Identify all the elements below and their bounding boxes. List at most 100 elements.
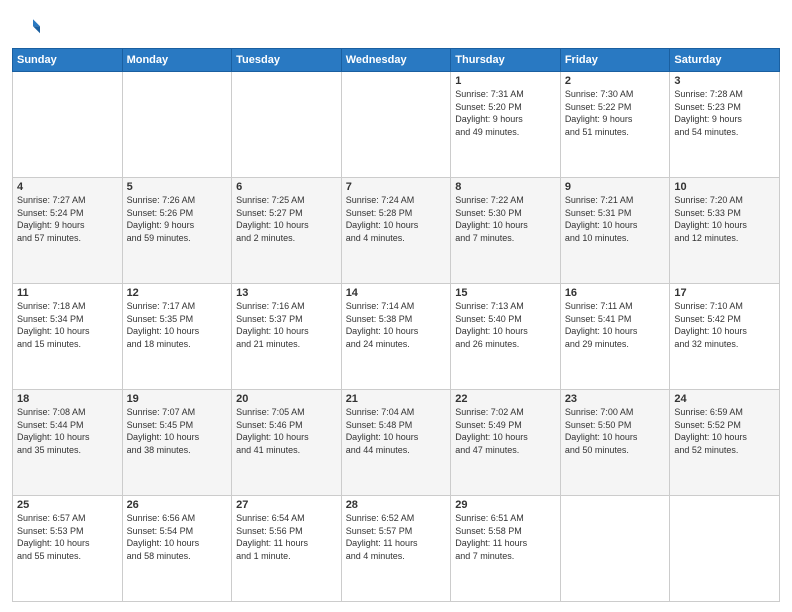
day-cell: 9Sunrise: 7:21 AM Sunset: 5:31 PM Daylig… xyxy=(560,178,670,284)
day-cell: 26Sunrise: 6:56 AM Sunset: 5:54 PM Dayli… xyxy=(122,496,232,602)
day-info: Sunrise: 7:04 AM Sunset: 5:48 PM Dayligh… xyxy=(346,406,447,456)
day-info: Sunrise: 6:54 AM Sunset: 5:56 PM Dayligh… xyxy=(236,512,337,562)
day-cell xyxy=(232,72,342,178)
day-number: 17 xyxy=(674,287,775,299)
day-info: Sunrise: 6:57 AM Sunset: 5:53 PM Dayligh… xyxy=(17,512,118,562)
day-info: Sunrise: 7:14 AM Sunset: 5:38 PM Dayligh… xyxy=(346,300,447,350)
day-number: 18 xyxy=(17,393,118,405)
day-cell: 24Sunrise: 6:59 AM Sunset: 5:52 PM Dayli… xyxy=(670,390,780,496)
day-number: 6 xyxy=(236,181,337,193)
day-number: 22 xyxy=(455,393,556,405)
day-info: Sunrise: 6:52 AM Sunset: 5:57 PM Dayligh… xyxy=(346,512,447,562)
day-info: Sunrise: 6:56 AM Sunset: 5:54 PM Dayligh… xyxy=(127,512,228,562)
day-info: Sunrise: 7:10 AM Sunset: 5:42 PM Dayligh… xyxy=(674,300,775,350)
day-number: 11 xyxy=(17,287,118,299)
day-number: 15 xyxy=(455,287,556,299)
day-cell: 22Sunrise: 7:02 AM Sunset: 5:49 PM Dayli… xyxy=(451,390,561,496)
day-info: Sunrise: 7:17 AM Sunset: 5:35 PM Dayligh… xyxy=(127,300,228,350)
day-cell: 4Sunrise: 7:27 AM Sunset: 5:24 PM Daylig… xyxy=(13,178,123,284)
day-info: Sunrise: 7:25 AM Sunset: 5:27 PM Dayligh… xyxy=(236,194,337,244)
day-info: Sunrise: 7:08 AM Sunset: 5:44 PM Dayligh… xyxy=(17,406,118,456)
weekday-monday: Monday xyxy=(122,49,232,72)
day-number: 2 xyxy=(565,75,666,87)
day-number: 8 xyxy=(455,181,556,193)
day-cell: 16Sunrise: 7:11 AM Sunset: 5:41 PM Dayli… xyxy=(560,284,670,390)
page: SundayMondayTuesdayWednesdayThursdayFrid… xyxy=(0,0,792,612)
day-number: 9 xyxy=(565,181,666,193)
day-cell: 7Sunrise: 7:24 AM Sunset: 5:28 PM Daylig… xyxy=(341,178,451,284)
day-cell: 3Sunrise: 7:28 AM Sunset: 5:23 PM Daylig… xyxy=(670,72,780,178)
day-number: 21 xyxy=(346,393,447,405)
weekday-sunday: Sunday xyxy=(13,49,123,72)
day-info: Sunrise: 7:13 AM Sunset: 5:40 PM Dayligh… xyxy=(455,300,556,350)
day-info: Sunrise: 7:18 AM Sunset: 5:34 PM Dayligh… xyxy=(17,300,118,350)
weekday-tuesday: Tuesday xyxy=(232,49,342,72)
logo xyxy=(12,14,42,42)
day-info: Sunrise: 7:00 AM Sunset: 5:50 PM Dayligh… xyxy=(565,406,666,456)
day-cell: 2Sunrise: 7:30 AM Sunset: 5:22 PM Daylig… xyxy=(560,72,670,178)
day-info: Sunrise: 7:21 AM Sunset: 5:31 PM Dayligh… xyxy=(565,194,666,244)
day-info: Sunrise: 7:30 AM Sunset: 5:22 PM Dayligh… xyxy=(565,88,666,138)
day-cell: 17Sunrise: 7:10 AM Sunset: 5:42 PM Dayli… xyxy=(670,284,780,390)
header xyxy=(12,10,780,42)
day-cell xyxy=(341,72,451,178)
day-cell: 11Sunrise: 7:18 AM Sunset: 5:34 PM Dayli… xyxy=(13,284,123,390)
day-number: 3 xyxy=(674,75,775,87)
day-cell xyxy=(13,72,123,178)
day-info: Sunrise: 7:24 AM Sunset: 5:28 PM Dayligh… xyxy=(346,194,447,244)
day-cell: 5Sunrise: 7:26 AM Sunset: 5:26 PM Daylig… xyxy=(122,178,232,284)
day-cell: 28Sunrise: 6:52 AM Sunset: 5:57 PM Dayli… xyxy=(341,496,451,602)
day-number: 16 xyxy=(565,287,666,299)
weekday-header-row: SundayMondayTuesdayWednesdayThursdayFrid… xyxy=(13,49,780,72)
day-number: 1 xyxy=(455,75,556,87)
day-cell: 13Sunrise: 7:16 AM Sunset: 5:37 PM Dayli… xyxy=(232,284,342,390)
day-cell: 27Sunrise: 6:54 AM Sunset: 5:56 PM Dayli… xyxy=(232,496,342,602)
day-info: Sunrise: 7:02 AM Sunset: 5:49 PM Dayligh… xyxy=(455,406,556,456)
week-row-2: 11Sunrise: 7:18 AM Sunset: 5:34 PM Dayli… xyxy=(13,284,780,390)
day-cell: 18Sunrise: 7:08 AM Sunset: 5:44 PM Dayli… xyxy=(13,390,123,496)
day-info: Sunrise: 7:27 AM Sunset: 5:24 PM Dayligh… xyxy=(17,194,118,244)
day-number: 27 xyxy=(236,499,337,511)
day-cell: 29Sunrise: 6:51 AM Sunset: 5:58 PM Dayli… xyxy=(451,496,561,602)
weekday-thursday: Thursday xyxy=(451,49,561,72)
day-cell: 21Sunrise: 7:04 AM Sunset: 5:48 PM Dayli… xyxy=(341,390,451,496)
day-number: 10 xyxy=(674,181,775,193)
day-cell: 8Sunrise: 7:22 AM Sunset: 5:30 PM Daylig… xyxy=(451,178,561,284)
day-info: Sunrise: 7:05 AM Sunset: 5:46 PM Dayligh… xyxy=(236,406,337,456)
day-number: 19 xyxy=(127,393,228,405)
week-row-1: 4Sunrise: 7:27 AM Sunset: 5:24 PM Daylig… xyxy=(13,178,780,284)
weekday-wednesday: Wednesday xyxy=(341,49,451,72)
day-info: Sunrise: 7:28 AM Sunset: 5:23 PM Dayligh… xyxy=(674,88,775,138)
day-number: 29 xyxy=(455,499,556,511)
day-cell: 12Sunrise: 7:17 AM Sunset: 5:35 PM Dayli… xyxy=(122,284,232,390)
day-number: 24 xyxy=(674,393,775,405)
day-cell xyxy=(122,72,232,178)
day-info: Sunrise: 7:07 AM Sunset: 5:45 PM Dayligh… xyxy=(127,406,228,456)
calendar-table: SundayMondayTuesdayWednesdayThursdayFrid… xyxy=(12,48,780,602)
day-number: 4 xyxy=(17,181,118,193)
week-row-3: 18Sunrise: 7:08 AM Sunset: 5:44 PM Dayli… xyxy=(13,390,780,496)
day-number: 5 xyxy=(127,181,228,193)
week-row-0: 1Sunrise: 7:31 AM Sunset: 5:20 PM Daylig… xyxy=(13,72,780,178)
day-info: Sunrise: 7:20 AM Sunset: 5:33 PM Dayligh… xyxy=(674,194,775,244)
weekday-saturday: Saturday xyxy=(670,49,780,72)
day-number: 20 xyxy=(236,393,337,405)
day-number: 13 xyxy=(236,287,337,299)
weekday-friday: Friday xyxy=(560,49,670,72)
day-number: 23 xyxy=(565,393,666,405)
day-cell: 6Sunrise: 7:25 AM Sunset: 5:27 PM Daylig… xyxy=(232,178,342,284)
day-info: Sunrise: 7:16 AM Sunset: 5:37 PM Dayligh… xyxy=(236,300,337,350)
day-info: Sunrise: 7:22 AM Sunset: 5:30 PM Dayligh… xyxy=(455,194,556,244)
day-info: Sunrise: 7:11 AM Sunset: 5:41 PM Dayligh… xyxy=(565,300,666,350)
day-cell: 20Sunrise: 7:05 AM Sunset: 5:46 PM Dayli… xyxy=(232,390,342,496)
day-number: 12 xyxy=(127,287,228,299)
day-cell: 1Sunrise: 7:31 AM Sunset: 5:20 PM Daylig… xyxy=(451,72,561,178)
week-row-4: 25Sunrise: 6:57 AM Sunset: 5:53 PM Dayli… xyxy=(13,496,780,602)
day-cell: 25Sunrise: 6:57 AM Sunset: 5:53 PM Dayli… xyxy=(13,496,123,602)
day-info: Sunrise: 7:31 AM Sunset: 5:20 PM Dayligh… xyxy=(455,88,556,138)
day-cell: 15Sunrise: 7:13 AM Sunset: 5:40 PM Dayli… xyxy=(451,284,561,390)
day-info: Sunrise: 6:51 AM Sunset: 5:58 PM Dayligh… xyxy=(455,512,556,562)
day-cell xyxy=(560,496,670,602)
day-cell: 19Sunrise: 7:07 AM Sunset: 5:45 PM Dayli… xyxy=(122,390,232,496)
day-number: 14 xyxy=(346,287,447,299)
